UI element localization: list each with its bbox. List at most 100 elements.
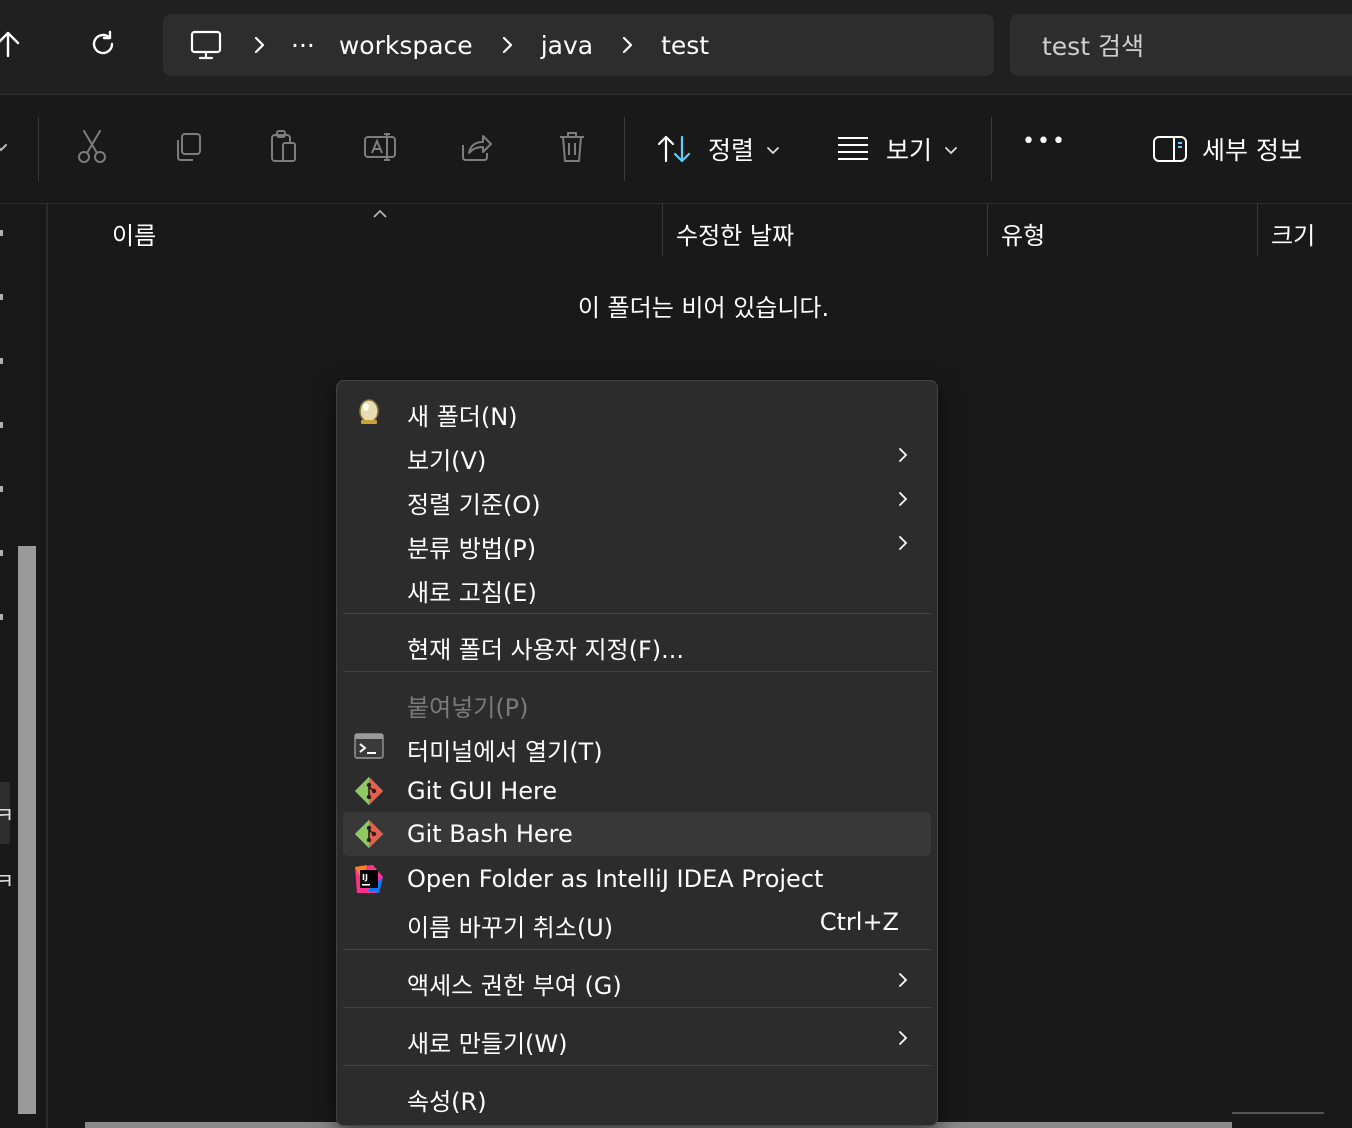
menu-item-git-bash[interactable]: Git Bash Here bbox=[343, 812, 931, 856]
toolbar-divider bbox=[991, 117, 992, 181]
sort-ascending-icon bbox=[372, 204, 388, 223]
copy-button[interactable] bbox=[168, 129, 208, 169]
column-divider[interactable] bbox=[987, 204, 988, 256]
chevron-right-icon bbox=[893, 1028, 913, 1048]
menu-item-open-terminal[interactable]: 터미널에서 열기(T) bbox=[343, 724, 931, 768]
up-button[interactable] bbox=[0, 26, 28, 66]
menu-separator bbox=[343, 1007, 931, 1008]
cut-button[interactable] bbox=[72, 129, 112, 169]
menu-item-properties[interactable]: 속성(R) bbox=[343, 1074, 931, 1118]
menu-item-label: 새 폴더(N) bbox=[407, 403, 518, 431]
menu-item-new[interactable]: 새로 만들기(W) bbox=[343, 1016, 931, 1060]
nav-expander[interactable] bbox=[0, 230, 3, 236]
chevron-right-icon bbox=[893, 489, 913, 509]
menu-item-label: Open Folder as IntelliJ IDEA Project bbox=[407, 865, 824, 893]
chevron-down-icon bbox=[944, 141, 958, 160]
chevron-down-icon[interactable] bbox=[0, 139, 8, 158]
address-bar[interactable]: ··· workspace java test bbox=[163, 14, 994, 76]
view-button[interactable]: 보기 bbox=[834, 123, 964, 175]
scissors-icon bbox=[76, 129, 108, 169]
refresh-button[interactable] bbox=[83, 26, 123, 66]
address-row: ··· workspace java test test 검색 bbox=[0, 0, 1352, 95]
column-header-name[interactable]: 이름 bbox=[112, 216, 156, 251]
menu-item-give-access[interactable]: 액세스 권한 부여 (G) bbox=[343, 958, 931, 1002]
svg-text:IJ: IJ bbox=[362, 873, 368, 882]
menu-item-sort-by[interactable]: 정렬 기준(O) bbox=[343, 477, 931, 521]
context-menu: 새 폴더(N) 보기(V) 정렬 기준(O) 분류 방법(P) 새로 고침(E)… bbox=[336, 380, 938, 1126]
command-bar: 정렬 보기 ••• 세부 정보 bbox=[0, 95, 1352, 204]
menu-separator bbox=[343, 613, 931, 614]
sort-arrows-icon bbox=[656, 133, 692, 169]
nav-expander[interactable] bbox=[0, 422, 3, 428]
menu-item-view[interactable]: 보기(V) bbox=[343, 433, 931, 477]
share-icon bbox=[459, 131, 493, 167]
nav-scrollbar[interactable] bbox=[18, 546, 36, 1114]
menu-item-label: 분류 방법(P) bbox=[407, 535, 537, 563]
copy-icon bbox=[172, 131, 204, 167]
details-label: 세부 정보 bbox=[1202, 136, 1302, 165]
up-arrow-icon bbox=[0, 29, 23, 63]
menu-item-label: 새로 만들기(W) bbox=[407, 1030, 568, 1058]
view-label: 보기 bbox=[886, 136, 933, 165]
empty-folder-message: 이 폴더는 비어 있습니다. bbox=[577, 294, 830, 322]
chevron-right-icon bbox=[501, 36, 513, 54]
nav-expander[interactable] bbox=[0, 358, 3, 364]
menu-item-group-by[interactable]: 분류 방법(P) bbox=[343, 521, 931, 565]
menu-item-new-folder[interactable]: 새 폴더(N) bbox=[343, 389, 931, 433]
menu-item-undo-rename[interactable]: 이름 바꾸기 취소(U) Ctrl+Z bbox=[343, 900, 931, 944]
rename-icon bbox=[362, 131, 398, 167]
chevron-right-icon bbox=[253, 36, 265, 54]
delete-button[interactable] bbox=[552, 129, 592, 169]
git-icon bbox=[353, 818, 385, 850]
intellij-icon: IJ bbox=[353, 863, 385, 895]
column-header-size[interactable]: 크기 bbox=[1271, 216, 1315, 251]
menu-item-open-intellij[interactable]: IJ Open Folder as IntelliJ IDEA Project bbox=[343, 857, 931, 901]
column-divider[interactable] bbox=[662, 204, 663, 256]
new-folder-icon bbox=[353, 395, 385, 427]
paste-button[interactable] bbox=[264, 129, 304, 169]
nav-expander[interactable] bbox=[0, 614, 3, 620]
menu-separator bbox=[343, 1065, 931, 1066]
menu-item-label: 정렬 기준(O) bbox=[407, 491, 541, 519]
toolbar-divider bbox=[624, 117, 625, 181]
menu-item-label: 터미널에서 열기(T) bbox=[407, 738, 603, 766]
menu-item-label: Git Bash Here bbox=[407, 820, 573, 848]
chevron-down-icon bbox=[766, 141, 780, 160]
nav-expander[interactable] bbox=[0, 486, 3, 492]
menu-item-label: 새로 고침(E) bbox=[407, 579, 537, 607]
breadcrumb-overflow[interactable]: ··· bbox=[291, 31, 315, 60]
menu-item-label: 보기(V) bbox=[407, 447, 487, 475]
nav-expander[interactable] bbox=[0, 550, 3, 556]
column-header-date[interactable]: 수정한 날짜 bbox=[676, 216, 794, 251]
menu-item-refresh[interactable]: 새로 고침(E) bbox=[343, 565, 931, 609]
menu-item-label: 이름 바꾸기 취소(U) bbox=[407, 914, 614, 942]
chevron-right-icon bbox=[893, 970, 913, 990]
nav-item-label: ㅋ bbox=[0, 804, 15, 829]
menu-item-label: 액세스 권한 부여 (G) bbox=[407, 972, 622, 1000]
breadcrumb-workspace[interactable]: workspace bbox=[339, 31, 473, 60]
menu-item-label: 속성(R) bbox=[407, 1088, 487, 1116]
trash-icon bbox=[557, 130, 587, 168]
menu-item-label: 붙여넣기(P) bbox=[407, 694, 529, 722]
chevron-right-icon bbox=[893, 533, 913, 553]
sort-label: 정렬 bbox=[708, 136, 755, 165]
menu-item-customize-folder[interactable]: 현재 폴더 사용자 지정(F)... bbox=[343, 622, 931, 666]
breadcrumb-test[interactable]: test bbox=[661, 31, 709, 60]
sort-button[interactable]: 정렬 bbox=[654, 123, 784, 175]
column-divider[interactable] bbox=[1257, 204, 1258, 256]
nav-item-label: ㅋ bbox=[0, 870, 15, 895]
this-pc-icon bbox=[189, 29, 223, 61]
breadcrumb-java[interactable]: java bbox=[541, 31, 593, 60]
rename-button[interactable] bbox=[360, 129, 400, 169]
menu-item-git-gui[interactable]: Git GUI Here bbox=[343, 769, 931, 813]
search-placeholder: test 검색 bbox=[1042, 32, 1144, 61]
details-pane-button[interactable]: 세부 정보 bbox=[1150, 123, 1320, 175]
menu-item-paste: 붙여넣기(P) bbox=[343, 680, 931, 724]
search-input[interactable]: test 검색 bbox=[1010, 14, 1352, 76]
share-button[interactable] bbox=[456, 129, 496, 169]
scrollbar-track bbox=[1232, 1112, 1324, 1114]
more-options-button[interactable]: ••• bbox=[1022, 129, 1067, 154]
column-header-type[interactable]: 유형 bbox=[1001, 216, 1045, 251]
chevron-right-icon bbox=[621, 36, 633, 54]
menu-item-label: 현재 폴더 사용자 지정(F)... bbox=[407, 636, 685, 664]
